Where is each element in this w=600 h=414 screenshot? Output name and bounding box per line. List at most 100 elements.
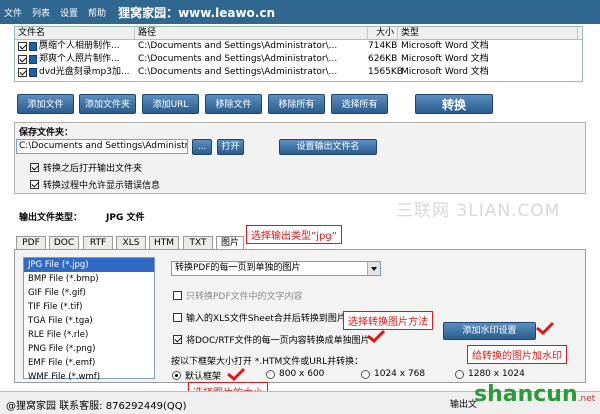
tab-txt[interactable]: TXT (183, 236, 213, 250)
text-only-checkbox[interactable] (173, 291, 182, 300)
file-type: Microsoft Word 文档 (401, 41, 489, 51)
convert-button[interactable]: 转换 (415, 94, 493, 114)
add-url-button[interactable]: 添加URL (142, 94, 199, 114)
radio-button[interactable] (266, 369, 275, 379)
text-only-option[interactable]: 只转换PDF文件中的文字内容 (173, 289, 303, 302)
file-list-header: 文件名 路径 大小 类型 (15, 27, 582, 40)
radio-default-frame[interactable]: 默认框架 (172, 369, 221, 382)
browse-button[interactable]: ... (192, 139, 212, 155)
file-path: C:\Documents and Settings\Administrator\… (138, 41, 338, 51)
file-row[interactable]: 赝缩个人相册制作... C:\Documents and Settings\Ad… (15, 40, 582, 53)
doc-each-page-label: 将DOC/RTF文件的每一页内容转换成单独图片 (186, 336, 370, 346)
file-row[interactable]: 郑爽个人照片制作... C:\Documents and Settings\Ad… (15, 53, 582, 66)
brand-title: 狸窝家园：www.leawo.cn (118, 5, 276, 20)
list-item[interactable]: EMF File (*.emf) (24, 356, 154, 370)
radio-label: 1280 x 1024 (468, 369, 525, 379)
doc-each-page-option[interactable]: 将DOC/RTF文件的每一页内容转换成单独图片 (173, 333, 370, 346)
xls-merge-option[interactable]: 输入的XLS文件Sheet合并后转换到图片 (173, 311, 346, 324)
pdf-conversion-select[interactable]: 转换PDF的每一页到单独的图片 (171, 261, 381, 276)
col-path[interactable]: 路径 (135, 27, 368, 39)
radio-1280x1024[interactable]: 1280 x 1024 (455, 369, 525, 379)
chevron-down-icon[interactable] (367, 262, 380, 275)
menu-list[interactable]: 列表 (32, 6, 50, 19)
xls-merge-checkbox[interactable] (173, 313, 182, 322)
radio-button[interactable] (455, 369, 464, 379)
menu-help[interactable]: 帮助 (88, 6, 106, 19)
doc-each-page-checkbox[interactable] (173, 335, 182, 344)
top-menu-bar: 文件 列表 设置 帮助 狸窝家园：www.leawo.cn (0, 0, 600, 24)
select-all-button[interactable]: 选择所有 (331, 94, 388, 114)
list-item[interactable]: TIF File (*.tif) (24, 300, 154, 314)
file-size: 714KB (368, 41, 398, 51)
file-type: Microsoft Word 文档 (401, 54, 489, 64)
list-item[interactable]: JPG File (*.jpg) (24, 258, 154, 272)
show-errors-option[interactable]: 转换过程中允许显示错误信息 (30, 178, 160, 191)
site-logo: shancun.net (474, 382, 595, 407)
list-item[interactable]: RLE File (*.rle) (24, 328, 154, 342)
col-size[interactable]: 大小 (368, 27, 398, 39)
callout-watermark: 给转换的图片加水印 (467, 345, 567, 364)
list-item[interactable]: PNG File (*.png) (24, 342, 154, 356)
file-name: dvd光盘刻录mp3加... (39, 67, 130, 77)
remove-file-button[interactable]: 移除文件 (205, 94, 262, 114)
file-size: 626KB (368, 54, 398, 64)
tab-htm[interactable]: HTM (149, 236, 179, 250)
open-after-convert-label: 转换之后打开输出文件夹 (43, 164, 143, 174)
radio-button[interactable] (361, 369, 370, 379)
radio-800x600[interactable]: 800 x 600 (266, 369, 324, 379)
col-type[interactable]: 类型 (398, 27, 578, 39)
row-checkbox[interactable] (18, 55, 27, 64)
pdf-conversion-value: 转换PDF的每一页到单独的图片 (175, 263, 301, 273)
add-file-button[interactable]: 添加文件 (17, 94, 74, 114)
word-doc-icon (29, 68, 37, 77)
open-folder-button[interactable]: 打开 (217, 139, 244, 155)
save-path-input[interactable]: C:\Documents and Settings\Administrator\ (16, 139, 188, 154)
radio-label: 默认框架 (185, 372, 222, 382)
radio-label: 800 x 600 (279, 369, 325, 379)
file-name: 赝缩个人相册制作... (39, 41, 120, 51)
col-filename[interactable]: 文件名 (15, 27, 135, 39)
callout-output-type: 选择输出类型”jpg” (246, 225, 342, 244)
image-type-list[interactable]: JPG File (*.jpg) BMP File (*.bmp) GIF Fi… (23, 257, 155, 382)
file-list: 文件名 路径 大小 类型 赝缩个人相册制作... C:\Documents an… (14, 26, 583, 82)
row-checkbox[interactable] (18, 68, 27, 77)
tab-xls[interactable]: XLS (116, 236, 146, 250)
text-only-label: 只转换PDF文件中的文字内容 (186, 292, 303, 302)
app-window: 文件 列表 设置 帮助 狸窝家园：www.leawo.cn 文件名 路径 大小 … (0, 0, 600, 414)
callout-convert-method: 选择转换图片方法 (343, 311, 433, 330)
radio-button[interactable] (172, 371, 181, 380)
open-after-convert-option[interactable]: 转换之后打开输出文件夹 (30, 161, 142, 174)
file-path: C:\Documents and Settings\Administrator\… (138, 67, 338, 77)
file-size: 1565KB (368, 67, 403, 77)
list-item[interactable]: GIF File (*.gif) (24, 286, 154, 300)
tab-pdf[interactable]: PDF (16, 236, 46, 250)
list-item[interactable]: WMF File (*.wmf) (24, 370, 154, 384)
row-checkbox[interactable] (18, 42, 27, 51)
save-folder-label: 保存文件夹： (19, 128, 74, 138)
red-check-icon (536, 321, 555, 335)
frame-size-label: 按以下框架大小打开 *.HTM文件或URL并转换： (171, 357, 364, 367)
word-doc-icon (29, 42, 37, 51)
red-check-icon (367, 329, 386, 343)
tab-doc[interactable]: DOC (49, 236, 79, 250)
remove-all-button[interactable]: 移除所有 (268, 94, 325, 114)
list-item[interactable]: TGA File (*.tga) (24, 314, 154, 328)
menu-settings[interactable]: 设置 (60, 6, 78, 19)
site-watermark: 三联网 3LIAN.COM (396, 201, 561, 221)
list-item[interactable]: BMP File (*.bmp) (24, 272, 154, 286)
word-doc-icon (29, 55, 37, 64)
tab-rtf[interactable]: RTF (83, 236, 113, 250)
add-folder-button[interactable]: 添加文件夹 (79, 94, 136, 114)
menu-file[interactable]: 文件 (4, 6, 22, 19)
show-errors-label: 转换过程中允许显示错误信息 (43, 181, 161, 191)
show-errors-checkbox[interactable] (30, 180, 39, 189)
tab-image[interactable]: 图片 (216, 236, 244, 250)
output-status: 输出文 (450, 400, 478, 410)
radio-1024x768[interactable]: 1024 x 768 (361, 369, 425, 379)
file-type: Microsoft Word 文档 (401, 67, 489, 77)
open-after-convert-checkbox[interactable] (30, 163, 39, 172)
set-output-filename-button[interactable]: 设置输出文件名 (279, 139, 377, 155)
file-path: C:\Documents and Settings\Administrator\… (138, 54, 338, 64)
file-row[interactable]: dvd光盘刻录mp3加... C:\Documents and Settings… (15, 66, 582, 79)
add-watermark-button[interactable]: 添加水印设置 (443, 322, 536, 340)
